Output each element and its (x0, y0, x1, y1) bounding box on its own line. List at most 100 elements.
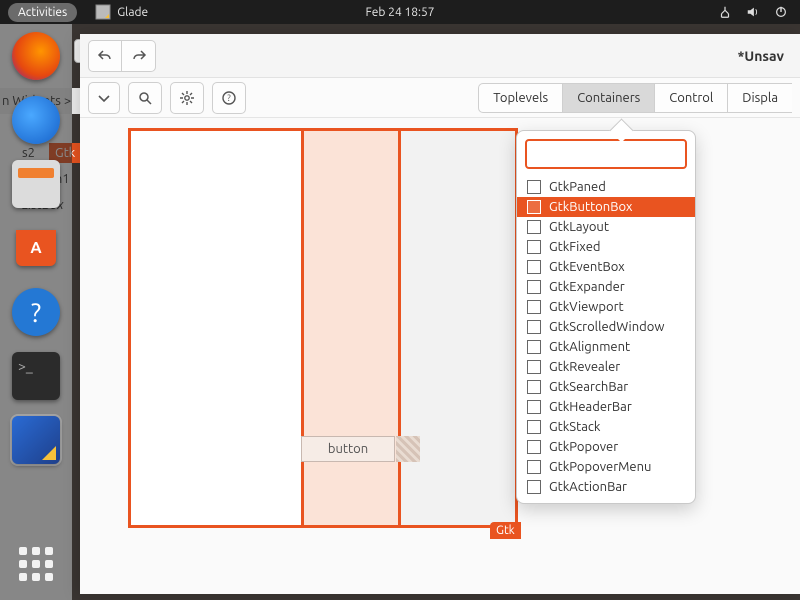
system-tray[interactable] (718, 5, 788, 19)
clock[interactable]: Feb 24 18:57 (365, 6, 434, 19)
dock-firefox[interactable] (12, 32, 60, 80)
tab-display[interactable]: Displa (728, 83, 792, 113)
container-icon (527, 380, 541, 394)
popover-item-label: GtkPaned (549, 180, 606, 194)
popover-item-label: GtkAlignment (549, 340, 630, 354)
popover-item-label: GtkScrolledWindow (549, 320, 664, 334)
undo-redo-group (88, 40, 156, 72)
popover-item-GtkButtonBox[interactable]: GtkButtonBox (517, 197, 695, 217)
container-icon (527, 300, 541, 314)
search-icon (137, 90, 153, 106)
design-canvas[interactable]: button Gtk (128, 128, 518, 528)
container-icon (527, 200, 541, 214)
popover-item-label: GtkSearchBar (549, 380, 628, 394)
popover-item-label: GtkViewport (549, 300, 624, 314)
redo-button[interactable] (122, 40, 156, 72)
popover-item-GtkAlignment[interactable]: GtkAlignment (517, 337, 695, 357)
dock-terminal[interactable]: >_ (12, 352, 60, 400)
gtk-window-frame[interactable] (128, 128, 518, 528)
container-icon (527, 280, 541, 294)
tab-containers[interactable]: Containers (563, 83, 655, 113)
help-icon: ? (221, 90, 237, 106)
tab-control[interactable]: Control (655, 83, 728, 113)
popover-search[interactable] (525, 139, 687, 169)
container-icon (527, 320, 541, 334)
button-widget[interactable]: button (301, 436, 395, 462)
popover-item-GtkLayout[interactable]: GtkLayout (517, 217, 695, 237)
box-slot-3[interactable] (401, 131, 515, 525)
help-button[interactable]: ? (212, 82, 246, 114)
popover-item-GtkActionBar[interactable]: GtkActionBar (517, 477, 695, 497)
palette-tabs: Toplevels Containers Control Displa (478, 83, 792, 113)
dock-show-apps[interactable] (16, 544, 56, 584)
popover-item-label: GtkButtonBox (549, 200, 633, 214)
popover-item-GtkSearchBar[interactable]: GtkSearchBar (517, 377, 695, 397)
popover-list: GtkPaned GtkButtonBox GtkLayout GtkFixed Gtk… (517, 177, 695, 503)
popover-search-input[interactable] (539, 147, 710, 161)
recent-chooser-button[interactable] (88, 82, 120, 114)
popover-item-GtkStack[interactable]: GtkStack (517, 417, 695, 437)
power-icon (774, 5, 788, 19)
container-icon (527, 340, 541, 354)
popover-item-GtkPopover[interactable]: GtkPopover (517, 437, 695, 457)
window-title: *Unsav (738, 48, 793, 64)
titlebar: *Unsav (80, 34, 800, 78)
container-icon (527, 440, 541, 454)
popover-item-GtkRevealer[interactable]: GtkRevealer (517, 357, 695, 377)
popover-item-label: GtkEventBox (549, 260, 625, 274)
active-app-label: Glade (117, 6, 148, 19)
container-icon (527, 480, 541, 494)
popover-item-GtkEventBox[interactable]: GtkEventBox (517, 257, 695, 277)
dock-help[interactable]: ? (12, 288, 60, 336)
active-app-indicator[interactable]: Glade (95, 4, 148, 20)
popover-item-GtkFixed[interactable]: GtkFixed (517, 237, 695, 257)
popover-item-label: GtkPopover (549, 440, 618, 454)
redo-icon (131, 48, 147, 64)
popover-item-label: GtkHeaderBar (549, 400, 632, 414)
popover-item-GtkPopoverMenu[interactable]: GtkPopoverMenu (517, 457, 695, 477)
box-slot-2-selected[interactable] (301, 131, 401, 525)
container-icon (527, 360, 541, 374)
dock-thunderbird[interactable] (12, 96, 60, 144)
popover-item-label: GtkActionBar (549, 480, 627, 494)
activities-button[interactable]: Activities (8, 3, 77, 22)
gear-icon (179, 90, 195, 106)
selection-badge: Gtk (490, 522, 521, 539)
popover-item-GtkExpander[interactable]: GtkExpander (517, 277, 695, 297)
container-icon (527, 460, 541, 474)
preferences-button[interactable] (170, 82, 204, 114)
resize-grip[interactable] (396, 436, 420, 462)
container-icon (527, 240, 541, 254)
undo-icon (97, 48, 113, 64)
dock-glade[interactable] (12, 416, 60, 464)
ubuntu-dock: ? >_ (0, 24, 72, 600)
popover-item-label: GtkFixed (549, 240, 600, 254)
tab-toplevels[interactable]: Toplevels (478, 83, 563, 113)
containers-popover: GtkPaned GtkButtonBox GtkLayout GtkFixed Gtk… (516, 130, 696, 504)
popover-item-label: GtkRevealer (549, 360, 620, 374)
container-icon (527, 260, 541, 274)
popover-item-label: GtkPopoverMenu (549, 460, 651, 474)
undo-button[interactable] (88, 40, 122, 72)
volume-icon (746, 5, 760, 19)
container-icon (527, 420, 541, 434)
network-icon (718, 5, 732, 19)
dock-files[interactable] (12, 160, 60, 208)
chevron-down-icon (96, 90, 112, 106)
popover-item-label: GtkLayout (549, 220, 609, 234)
svg-text:?: ? (227, 93, 231, 103)
toolbar: ? Toplevels Containers Control Displa (80, 78, 800, 118)
popover-item-GtkPaned[interactable]: GtkPaned (517, 177, 695, 197)
search-button[interactable] (128, 82, 162, 114)
popover-item-label: GtkExpander (549, 280, 625, 294)
popover-item-GtkViewport[interactable]: GtkViewport (517, 297, 695, 317)
container-icon (527, 400, 541, 414)
popover-item-label: GtkStack (549, 420, 600, 434)
container-icon (527, 180, 541, 194)
container-icon (527, 220, 541, 234)
popover-item-GtkHeaderBar[interactable]: GtkHeaderBar (517, 397, 695, 417)
dock-software[interactable] (16, 230, 56, 266)
gnome-top-bar: Activities Glade Feb 24 18:57 (0, 0, 800, 24)
glade-app-icon (95, 4, 111, 20)
popover-item-GtkScrolledWindow[interactable]: GtkScrolledWindow (517, 317, 695, 337)
